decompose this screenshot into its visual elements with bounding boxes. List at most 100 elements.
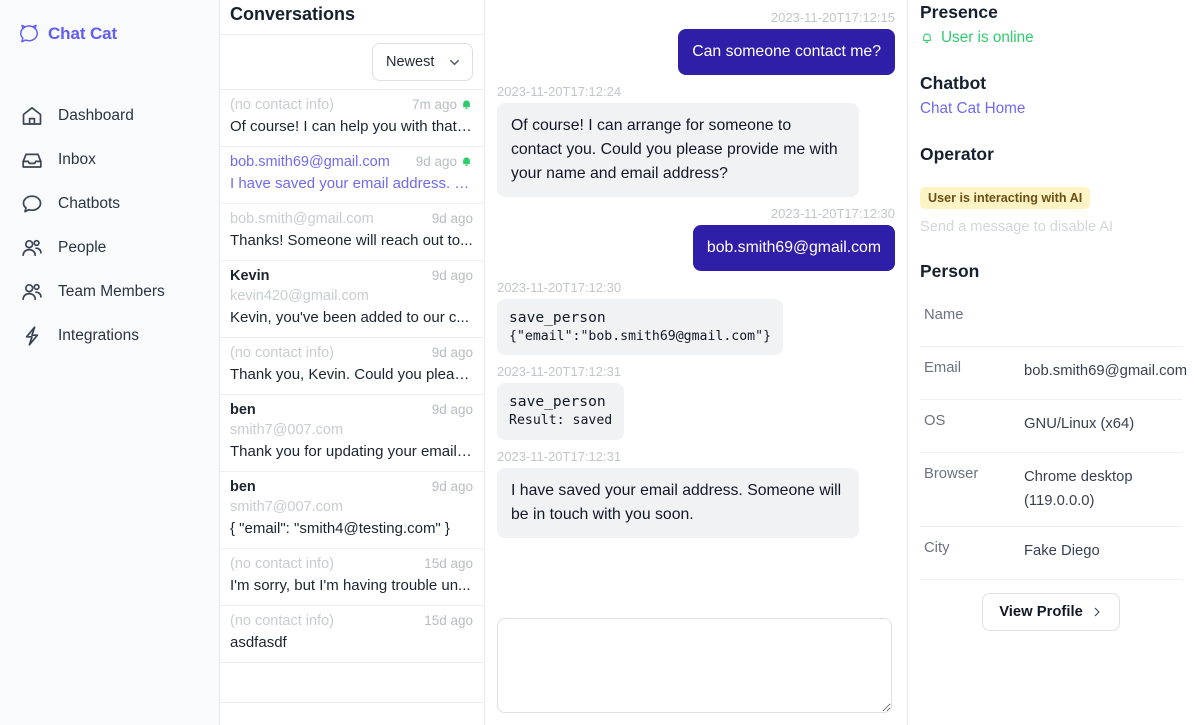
chat-message: 2023-11-20T17:12:15 Can someone contact m… bbox=[497, 10, 895, 75]
chatbot-link[interactable]: Chat Cat Home bbox=[920, 100, 1025, 118]
chat-message: 2023-11-20T17:12:31 I have saved your ema… bbox=[497, 449, 895, 538]
sidebar-item-dashboard[interactable]: Dashboard bbox=[0, 94, 219, 138]
sidebar-item-label: Inbox bbox=[58, 151, 96, 168]
conversation-list-item[interactable]: (no contact info) 15d ago I'm sorry, but I… bbox=[220, 549, 484, 606]
conversation-timestamp: 15d ago bbox=[424, 612, 473, 628]
conversation-header: bob.smith@gmail.com 9d ago bbox=[230, 210, 473, 229]
conversation-email: smith7@007.com bbox=[230, 498, 344, 515]
person-attribute-row: City Fake Diego bbox=[920, 527, 1182, 581]
conversation-list[interactable]: (no contact info) 7m ago Of course! I can … bbox=[220, 90, 484, 725]
message-timestamp: 2023-11-20T17:12:30 bbox=[497, 280, 622, 295]
sidebar-item-label: People bbox=[58, 239, 107, 256]
person-attribute-value: GNU/Linux (x64) bbox=[1024, 416, 1135, 432]
app-root: Chat Cat Dashboard Inbox Chatbots People… bbox=[0, 0, 1196, 725]
conversation-list-item[interactable]: Kevin 9d ago kevin420@gmail.com Kevin, you'… bbox=[220, 261, 484, 338]
sort-order-value: Newest bbox=[386, 54, 435, 70]
conversation-meta: 9d ago bbox=[432, 210, 473, 228]
chat-message: 2023-11-20T17:12:30 bob.smith69@gmail.com bbox=[497, 206, 895, 271]
conversation-list-item[interactable]: (no contact info) 9d ago Thank you, Kevin.… bbox=[220, 338, 484, 395]
conversation-timestamp: 9d ago bbox=[431, 478, 473, 494]
conversation-contact: ben bbox=[230, 401, 256, 418]
conversation-list-item[interactable]: (no contact info) 15d ago asdfasdf bbox=[220, 606, 484, 663]
sidebar-item-inbox[interactable]: Inbox bbox=[0, 138, 219, 182]
conversation-email: smith7@007.com bbox=[230, 421, 344, 438]
conversation-timestamp: 15d ago bbox=[424, 555, 473, 571]
conversation-header: bob.smith69@gmail.com 9d ago bbox=[230, 153, 473, 172]
incoming-message-bubble: Of course! I can arrange for someone to … bbox=[497, 103, 859, 197]
view-profile-label: View Profile bbox=[999, 604, 1083, 621]
person-attribute-value: bob.smith69@gmail.com bbox=[1024, 363, 1188, 379]
home-icon bbox=[20, 104, 44, 128]
conversation-list-item[interactable]: bob.smith69@gmail.com 9d ago I have saved … bbox=[220, 147, 484, 204]
conversation-snippet: I have saved your email address. S... bbox=[230, 175, 473, 193]
people-icon bbox=[20, 280, 44, 304]
sidebar-item-label: Integrations bbox=[58, 327, 139, 344]
message-composer bbox=[485, 610, 907, 725]
sidebar-nav: Dashboard Inbox Chatbots People Team Mem… bbox=[0, 94, 219, 358]
chat-bubble-icon bbox=[20, 192, 44, 216]
sidebar-item-team-members[interactable]: Team Members bbox=[0, 270, 219, 314]
sidebar-item-chatbots[interactable]: Chatbots bbox=[0, 182, 219, 226]
conversations-title: Conversations bbox=[220, 0, 484, 35]
conversation-header: (no contact info) 15d ago bbox=[230, 555, 473, 574]
operator-status-badge: User is interacting with AI bbox=[920, 187, 1091, 209]
conversation-snippet: Thank you for updating your email,... bbox=[230, 442, 473, 460]
conversations-toolbar: Newest bbox=[220, 35, 484, 90]
conversation-contact: (no contact info) bbox=[230, 344, 334, 361]
person-attribute-row: OS GNU/Linux (x64) bbox=[920, 400, 1182, 453]
sort-order-select[interactable]: Newest bbox=[372, 43, 473, 81]
tool-detail: Result: saved bbox=[509, 413, 613, 429]
person-attribute-key: Email bbox=[924, 360, 961, 376]
conversation-contact: ben bbox=[230, 478, 256, 495]
person-attributes: Name Email bob.smith69@gmail.com OS GNU/Linu… bbox=[920, 294, 1187, 581]
message-timestamp: 2023-11-20T17:12:15 bbox=[770, 10, 895, 25]
conversations-panel: Conversations Newest (no contact info) 7m… bbox=[220, 0, 485, 725]
operator-hint: Send a message to disable AI bbox=[920, 219, 1114, 235]
brand[interactable]: Chat Cat bbox=[0, 16, 219, 50]
people-icon bbox=[20, 236, 44, 260]
conversation-list-item[interactable]: ben 9d ago smith7@007.com { "email": "smith… bbox=[220, 472, 484, 549]
conversation-meta: 9d ago bbox=[416, 153, 473, 171]
tool-call-bubble: save_person Result: saved bbox=[497, 383, 625, 440]
message-timestamp: 2023-11-20T17:12:31 bbox=[497, 448, 622, 464]
conversation-list-item[interactable]: bob.smith@gmail.com 9d ago Thanks! Someone… bbox=[220, 204, 484, 261]
person-attribute-value: Chrome desktop (119.0.0.0) bbox=[1024, 469, 1133, 509]
conversation-timestamp: 9d ago bbox=[415, 153, 457, 169]
conversation-list-item[interactable]: ben 9d ago smith7@007.com Thank you for upd… bbox=[220, 395, 484, 472]
conversation-contact: bob.smith69@gmail.com bbox=[230, 153, 390, 170]
conversation-header: Kevin 9d ago bbox=[230, 267, 473, 286]
conversation-meta: 9d ago bbox=[432, 344, 473, 362]
operator-title: Operator bbox=[920, 144, 994, 164]
conversation-header: (no contact info) 7m ago bbox=[230, 96, 473, 115]
person-attribute-key: Name bbox=[924, 307, 964, 323]
person-attribute-key: City bbox=[924, 540, 950, 557]
conversation-snippet: Thank you, Kevin. Could you pleas... bbox=[230, 365, 473, 383]
presence-status-text: User is online bbox=[941, 29, 1034, 46]
view-profile-button[interactable]: View Profile bbox=[982, 593, 1120, 632]
conversation-contact: Kevin bbox=[230, 267, 270, 284]
conversation-snippet: Thanks! Someone will reach out to... bbox=[230, 231, 473, 249]
conversation-contact: bob.smith@gmail.com bbox=[230, 210, 374, 227]
sidebar-item-people[interactable]: People bbox=[0, 226, 219, 270]
conversation-timestamp: 9d ago bbox=[431, 267, 473, 283]
outgoing-message-bubble: bob.smith69@gmail.com bbox=[692, 225, 895, 271]
conversation-timestamp: 9d ago bbox=[431, 210, 473, 226]
bell-icon bbox=[920, 31, 934, 45]
message-timestamp: 2023-11-20T17:12:30 bbox=[770, 206, 895, 221]
conversation-contact: (no contact info) bbox=[230, 612, 334, 629]
incoming-message-bubble: I have saved your email address. Someone… bbox=[497, 467, 859, 538]
tool-call-message: 2023-11-20T17:12:31 save_person Result: sa… bbox=[497, 364, 895, 440]
chat-message: 2023-11-20T17:12:24 Of course! I can arra… bbox=[497, 84, 895, 197]
inbox-icon bbox=[20, 148, 44, 172]
message-input[interactable] bbox=[497, 618, 892, 713]
conversation-meta: 9d ago bbox=[432, 401, 473, 419]
outgoing-message-bubble: Can someone contact me? bbox=[678, 29, 895, 75]
conversation-list-item[interactable]: (no contact info) 7m ago Of course! I can … bbox=[220, 90, 484, 147]
conversation-contact: (no contact info) bbox=[230, 555, 334, 572]
conversation-timestamp: 9d ago bbox=[431, 344, 473, 360]
sidebar-item-integrations[interactable]: Integrations bbox=[0, 314, 219, 358]
person-attribute-row: Email bob.smith69@gmail.com bbox=[920, 347, 1187, 400]
chevron-down-icon bbox=[448, 56, 461, 69]
person-attribute-key: Browser bbox=[924, 466, 979, 482]
lightning-bolt-icon bbox=[20, 324, 44, 348]
